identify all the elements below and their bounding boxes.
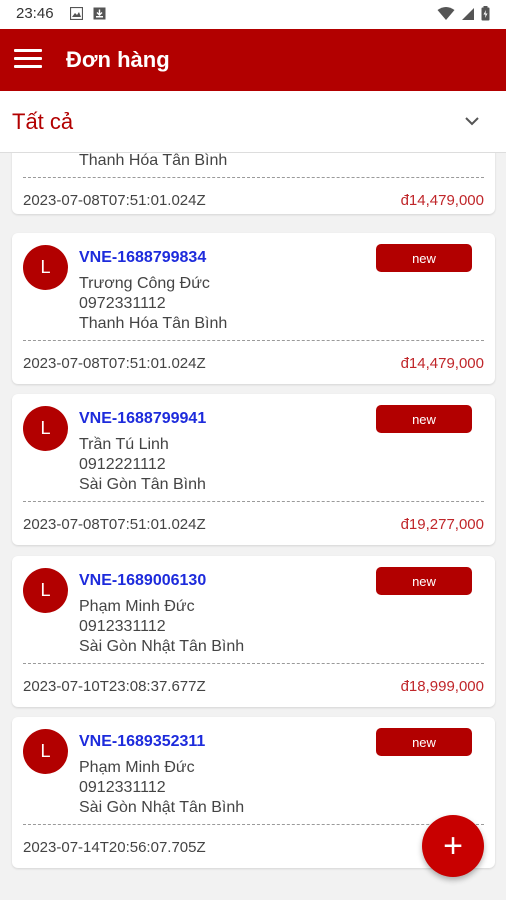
card-divider <box>23 824 484 825</box>
order-address: Thanh Hóa Tân Bình <box>79 153 228 169</box>
menu-icon[interactable] <box>14 46 42 74</box>
order-price: đ14,479,000 <box>400 355 484 372</box>
card-divider <box>23 340 484 341</box>
customer-name: Trương Công Đức <box>79 275 210 292</box>
orders-list[interactable]: Thanh Hóa Tân Bình 2023-07-08T07:51:01.0… <box>0 153 506 900</box>
page-title: Đơn hàng <box>66 47 170 72</box>
system-icons <box>437 6 490 21</box>
order-code[interactable]: VNE-1689352311 <box>79 733 205 751</box>
order-card[interactable]: L VNE-1688799834 Trương Công Đức 0972331… <box>12 233 495 384</box>
order-date: 2023-07-08T07:51:01.024Z <box>23 192 206 209</box>
order-code[interactable]: VNE-1689006130 <box>79 572 206 590</box>
avatar: L <box>23 729 68 774</box>
order-card[interactable]: Thanh Hóa Tân Bình 2023-07-08T07:51:01.0… <box>12 153 495 214</box>
customer-phone: 0912331112 <box>79 779 166 796</box>
card-divider <box>23 177 484 178</box>
order-address: Thanh Hóa Tân Bình <box>79 315 228 332</box>
order-date: 2023-07-08T07:51:01.024Z <box>23 516 206 533</box>
customer-name: Trần Tú Linh <box>79 436 169 453</box>
order-price: đ18,999,000 <box>400 678 484 695</box>
status-badge[interactable]: new <box>376 567 472 595</box>
avatar: L <box>23 245 68 290</box>
battery-icon <box>481 6 490 21</box>
plus-icon: + <box>443 826 463 865</box>
avatar: L <box>23 406 68 451</box>
order-code[interactable]: VNE-1688799941 <box>79 410 206 428</box>
signal-icon <box>462 7 474 20</box>
add-order-button[interactable]: + <box>422 815 484 877</box>
order-code[interactable]: VNE-1688799834 <box>79 249 206 267</box>
status-time: 23:46 <box>16 5 54 22</box>
order-date: 2023-07-08T07:51:01.024Z <box>23 355 206 372</box>
order-price: đ19,277,000 <box>400 516 484 533</box>
notification-icons <box>70 7 106 20</box>
customer-name: Phạm Minh Đức <box>79 759 195 776</box>
order-date: 2023-07-10T23:08:37.677Z <box>23 678 206 695</box>
avatar: L <box>23 568 68 613</box>
status-badge[interactable]: new <box>376 244 472 272</box>
order-card[interactable]: L VNE-1688799941 Trần Tú Linh 0912221112… <box>12 394 495 545</box>
order-price: đ14,479,000 <box>400 192 484 209</box>
filter-selected-value: Tất cả <box>12 109 74 134</box>
wifi-icon <box>437 6 455 20</box>
order-date: 2023-07-14T20:56:07.705Z <box>23 839 206 856</box>
card-divider <box>23 501 484 502</box>
customer-phone: 0972331112 <box>79 295 166 312</box>
image-icon <box>70 7 83 20</box>
customer-name: Phạm Minh Đức <box>79 598 195 615</box>
customer-phone: 0912221112 <box>79 456 166 473</box>
card-divider <box>23 663 484 664</box>
app-bar: Đơn hàng <box>0 29 506 91</box>
status-badge[interactable]: new <box>376 405 472 433</box>
order-address: Sài Gòn Tân Bình <box>79 476 206 493</box>
order-card[interactable]: L VNE-1689006130 Phạm Minh Đức 091233111… <box>12 556 495 707</box>
status-badge[interactable]: new <box>376 728 472 756</box>
status-bar: 23:46 <box>0 0 506 29</box>
order-address: Sài Gòn Nhật Tân Bình <box>79 638 245 655</box>
status-filter-dropdown[interactable]: Tất cả <box>0 91 506 153</box>
download-box-icon <box>93 7 106 20</box>
order-address: Sài Gòn Nhật Tân Bình <box>79 799 245 816</box>
customer-phone: 0912331112 <box>79 618 166 635</box>
chevron-down-icon <box>465 117 479 126</box>
